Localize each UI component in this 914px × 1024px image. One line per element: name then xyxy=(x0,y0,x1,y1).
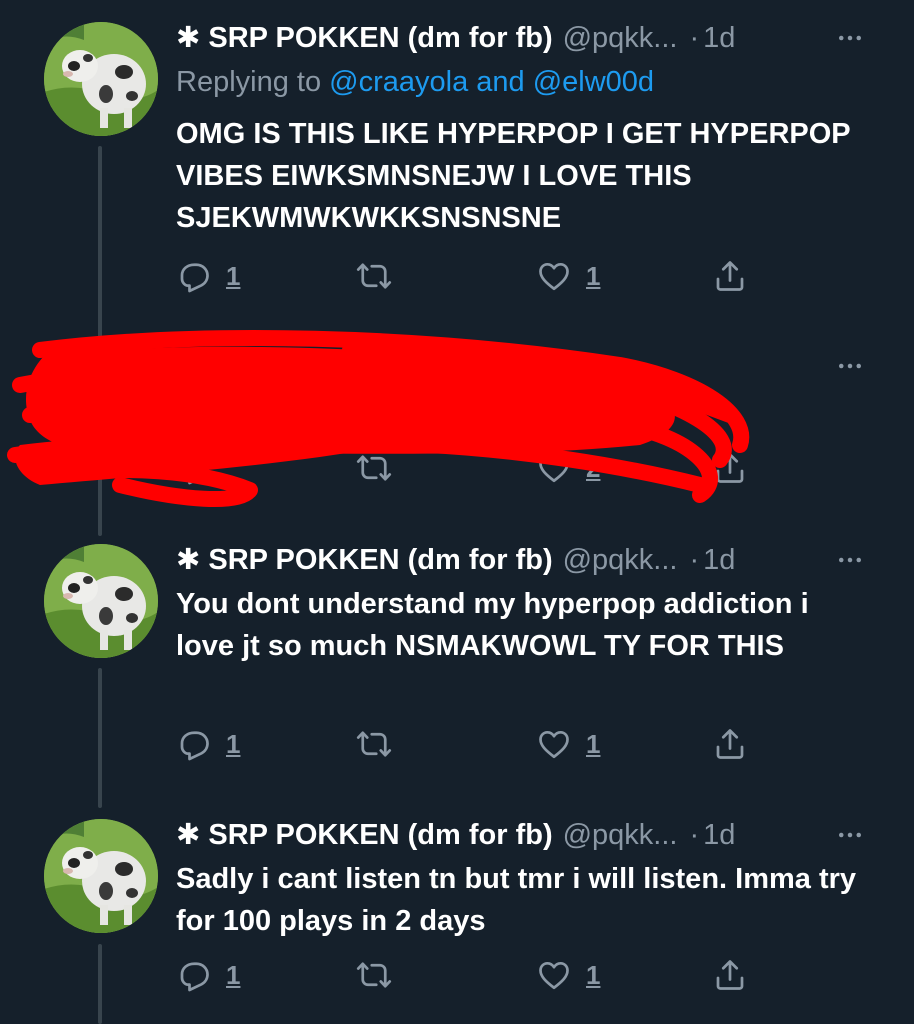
separator-dot: · xyxy=(689,819,700,851)
retweet-icon xyxy=(356,726,392,762)
avatar[interactable] xyxy=(44,22,158,136)
display-name[interactable]: ✱ SRP POKKEN (dm for fb) xyxy=(176,817,553,853)
tweet-actions: 2 xyxy=(176,448,756,488)
retweet-icon xyxy=(356,957,392,993)
tweet[interactable]: ✱ SRP POKKEN (dm for fb) @pqkk... · 1d Y… xyxy=(0,540,914,800)
tweet-header: ✱ SRP POKKEN (dm for fb) @pqkk... · 1d xyxy=(176,20,874,56)
share-button[interactable] xyxy=(712,448,748,488)
reply-button[interactable]: 1 xyxy=(176,256,240,296)
retweet-button[interactable] xyxy=(356,955,392,995)
separator-dot: · xyxy=(689,22,700,54)
like-button[interactable]: 1 xyxy=(536,955,600,995)
share-icon xyxy=(712,258,748,294)
like-count: 2 xyxy=(586,452,601,483)
like-count: 1 xyxy=(586,260,601,291)
like-button[interactable]: 1 xyxy=(536,256,600,296)
heart-icon xyxy=(536,450,572,486)
tweet-actions: 1 1 xyxy=(176,955,756,995)
like-button[interactable]: 2 xyxy=(536,448,600,488)
user-handle[interactable]: @pqkk... xyxy=(563,20,678,56)
share-icon xyxy=(712,726,748,762)
more-icon[interactable] xyxy=(832,817,868,853)
user-handle[interactable]: @pqkk... xyxy=(563,817,678,853)
heart-icon xyxy=(536,258,572,294)
replying-to: Replying to @craayola and @elw00d xyxy=(176,64,654,100)
tweet-text: You dont understand my hyperpop addictio… xyxy=(176,588,809,662)
retweet-icon xyxy=(356,450,392,486)
retweet-button[interactable] xyxy=(356,448,392,488)
share-icon xyxy=(712,450,748,486)
share-icon xyxy=(712,957,748,993)
tweet-header: ✱ SRP POKKEN (dm for fb) @pqkk... · 1d xyxy=(176,542,874,578)
tweet-censored[interactable]: 1d 2 xyxy=(0,330,914,530)
like-count: 1 xyxy=(586,959,601,990)
timestamp[interactable]: 1d xyxy=(703,542,735,578)
retweet-button[interactable] xyxy=(356,724,392,764)
more-icon[interactable] xyxy=(832,348,868,384)
retweet-icon xyxy=(356,258,392,294)
tweet-actions: 1 1 xyxy=(176,724,756,764)
reply-icon xyxy=(176,258,212,294)
more-icon[interactable] xyxy=(832,20,868,56)
tweet-text: OMG IS THIS LIKE HYPERPOP I GET HYPERPOP… xyxy=(176,118,851,234)
user-handle[interactable]: @pqkk... xyxy=(563,542,678,578)
reply-button[interactable]: 1 xyxy=(176,955,240,995)
display-name[interactable]: ✱ SRP POKKEN (dm for fb) xyxy=(176,542,553,578)
separator-dot: · xyxy=(689,544,700,576)
heart-icon xyxy=(536,726,572,762)
tweet-header: 1d xyxy=(176,348,874,384)
share-button[interactable] xyxy=(712,724,748,764)
retweet-button[interactable] xyxy=(356,256,392,296)
reply-count: 1 xyxy=(226,959,241,990)
reply-count: 1 xyxy=(226,260,241,291)
reply-icon xyxy=(176,726,212,762)
share-button[interactable] xyxy=(712,955,748,995)
display-name[interactable]: ✱ SRP POKKEN (dm for fb) xyxy=(176,20,553,56)
timestamp[interactable]: 1d xyxy=(703,817,735,853)
like-button[interactable]: 1 xyxy=(536,724,600,764)
replying-prefix: Replying to xyxy=(176,66,322,98)
replying-mentions[interactable]: @craayola and @elw00d xyxy=(329,66,654,98)
tweet-actions: 1 1 xyxy=(176,256,756,296)
tweet-header: ✱ SRP POKKEN (dm for fb) @pqkk... · 1d xyxy=(176,817,874,853)
tweet[interactable]: ✱ SRP POKKEN (dm for fb) @pqkk... · 1d R… xyxy=(0,0,914,310)
like-count: 1 xyxy=(586,728,601,759)
tweet[interactable]: ✱ SRP POKKEN (dm for fb) @pqkk... · 1d S… xyxy=(0,815,914,1024)
reply-count: 1 xyxy=(226,728,241,759)
more-icon[interactable] xyxy=(832,542,868,578)
timestamp[interactable]: 1d xyxy=(703,20,735,56)
tweet-text: Sadly i cant listen tn but tmr i will li… xyxy=(176,863,857,937)
avatar[interactable] xyxy=(44,819,158,933)
reply-icon xyxy=(176,450,212,486)
avatar[interactable] xyxy=(44,350,158,464)
reply-button[interactable]: 1 xyxy=(176,724,240,764)
reply-button[interactable] xyxy=(176,448,212,488)
share-button[interactable] xyxy=(712,256,748,296)
heart-icon xyxy=(536,957,572,993)
avatar[interactable] xyxy=(44,544,158,658)
reply-icon xyxy=(176,957,212,993)
timestamp[interactable]: 1d xyxy=(526,348,558,384)
